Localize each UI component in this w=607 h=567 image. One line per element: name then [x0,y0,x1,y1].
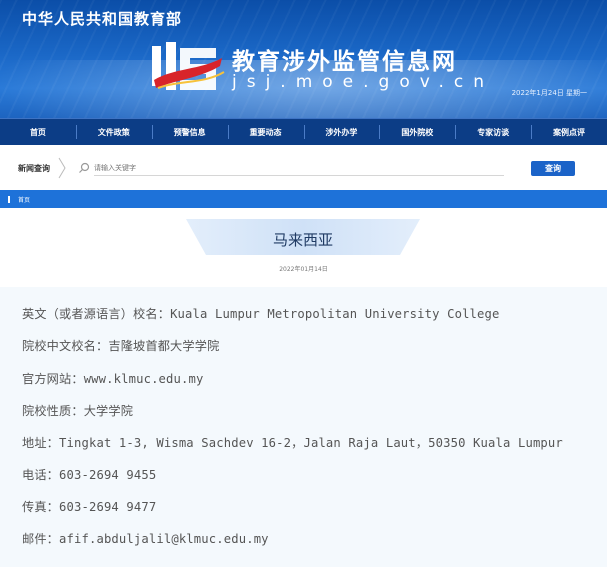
header-banner: 中华人民共和国教育部 教育涉外监管信息网 jsj.moe.gov.cn 2022… [0,0,607,118]
detail-value: www.klmuc.edu.my [83,372,204,386]
detail-value: 大学学院 [83,404,134,418]
breadcrumb: 首页 [0,190,607,208]
page-title: 马来西亚 [272,231,333,249]
detail-value: 吉隆坡首都大学学院 [108,339,220,353]
detail-label: 院校性质： [22,404,84,418]
detail-value: Tingkat 1-3, Wisma Sachdev 16-2，Jalan Ra… [59,436,563,450]
detail-row-fax: 传真：603-2694 9477 [22,497,156,515]
detail-label: 院校中文校名： [22,339,109,353]
nav-item-overseas-institutions[interactable]: 国外院校 [379,119,455,145]
nav-item-policy[interactable]: 文件政策 [75,119,152,145]
detail-row-english-name: 英文（或者源语言）校名：Kuala Lumpur Metropolitan Un… [22,304,500,322]
current-date: 2022年1月24日 星期一 [511,89,587,97]
main-nav: 首页 文件政策 预警信息 重要动态 涉外办学 国外院校 专家访谈 案例点评 [0,118,607,145]
detail-row-website: 官方网站：www.klmuc.edu.my [22,369,204,387]
breadcrumb-marker [8,195,10,203]
detail-label: 电话： [22,468,60,482]
search-label: 新闻查询 [18,162,50,173]
ministry-name[interactable]: 中华人民共和国教育部 [22,8,182,29]
detail-row-email: 邮件：afif.abduljalil@klmuc.edu.my [22,529,269,547]
publish-date: 2022年01月14日 [279,266,328,273]
nav-item-news[interactable]: 重要动态 [227,119,304,145]
detail-row-chinese-name: 院校中文校名：吉隆坡首都大学学院 [22,336,219,354]
detail-label: 邮件： [22,532,60,546]
search-icon [79,162,90,173]
nav-item-warning[interactable]: 预警信息 [151,119,228,145]
detail-label: 英文（或者源语言）校名： [22,307,171,321]
detail-value: Kuala Lumpur Metropolitan University Col… [170,307,500,321]
site-title[interactable]: 教育涉外监管信息网 [232,42,457,76]
title-tab: 马来西亚 [186,219,420,255]
chevron-right-icon [58,157,66,179]
nav-item-case-reviews[interactable]: 案例点评 [531,119,607,145]
detail-label: 地址： [22,436,60,450]
detail-row-phone: 电话：603-2694 9455 [22,465,156,483]
detail-row-address: 地址：Tingkat 1-3, Wisma Sachdev 16-2，Jalan… [22,433,563,451]
detail-row-type: 院校性质：大学学院 [22,401,133,419]
site-domain: jsj.moe.gov.cn [232,72,494,92]
nav-item-expert-interviews[interactable]: 专家访谈 [455,119,531,145]
nav-item-foreign-schools[interactable]: 涉外办学 [303,119,380,145]
detail-label: 传真： [22,500,60,514]
detail-label: 官方网站： [22,372,84,386]
article-content: 英文（或者源语言）校名：Kuala Lumpur Metropolitan Un… [0,287,607,567]
detail-value: 603-2694 9455 [59,468,157,482]
article-header: 马来西亚 2022年01月14日 [0,208,607,276]
search-button[interactable]: 查询 [531,161,575,176]
search-input[interactable] [94,160,504,176]
nav-item-home[interactable]: 首页 [0,119,76,145]
breadcrumb-home-link[interactable]: 首页 [18,195,30,204]
detail-value: 603-2694 9477 [59,500,157,514]
detail-value: afif.abduljalil@klmuc.edu.my [59,532,269,546]
search-bar: 新闻查询 查询 [0,153,607,183]
site-logo-icon[interactable] [150,40,226,96]
